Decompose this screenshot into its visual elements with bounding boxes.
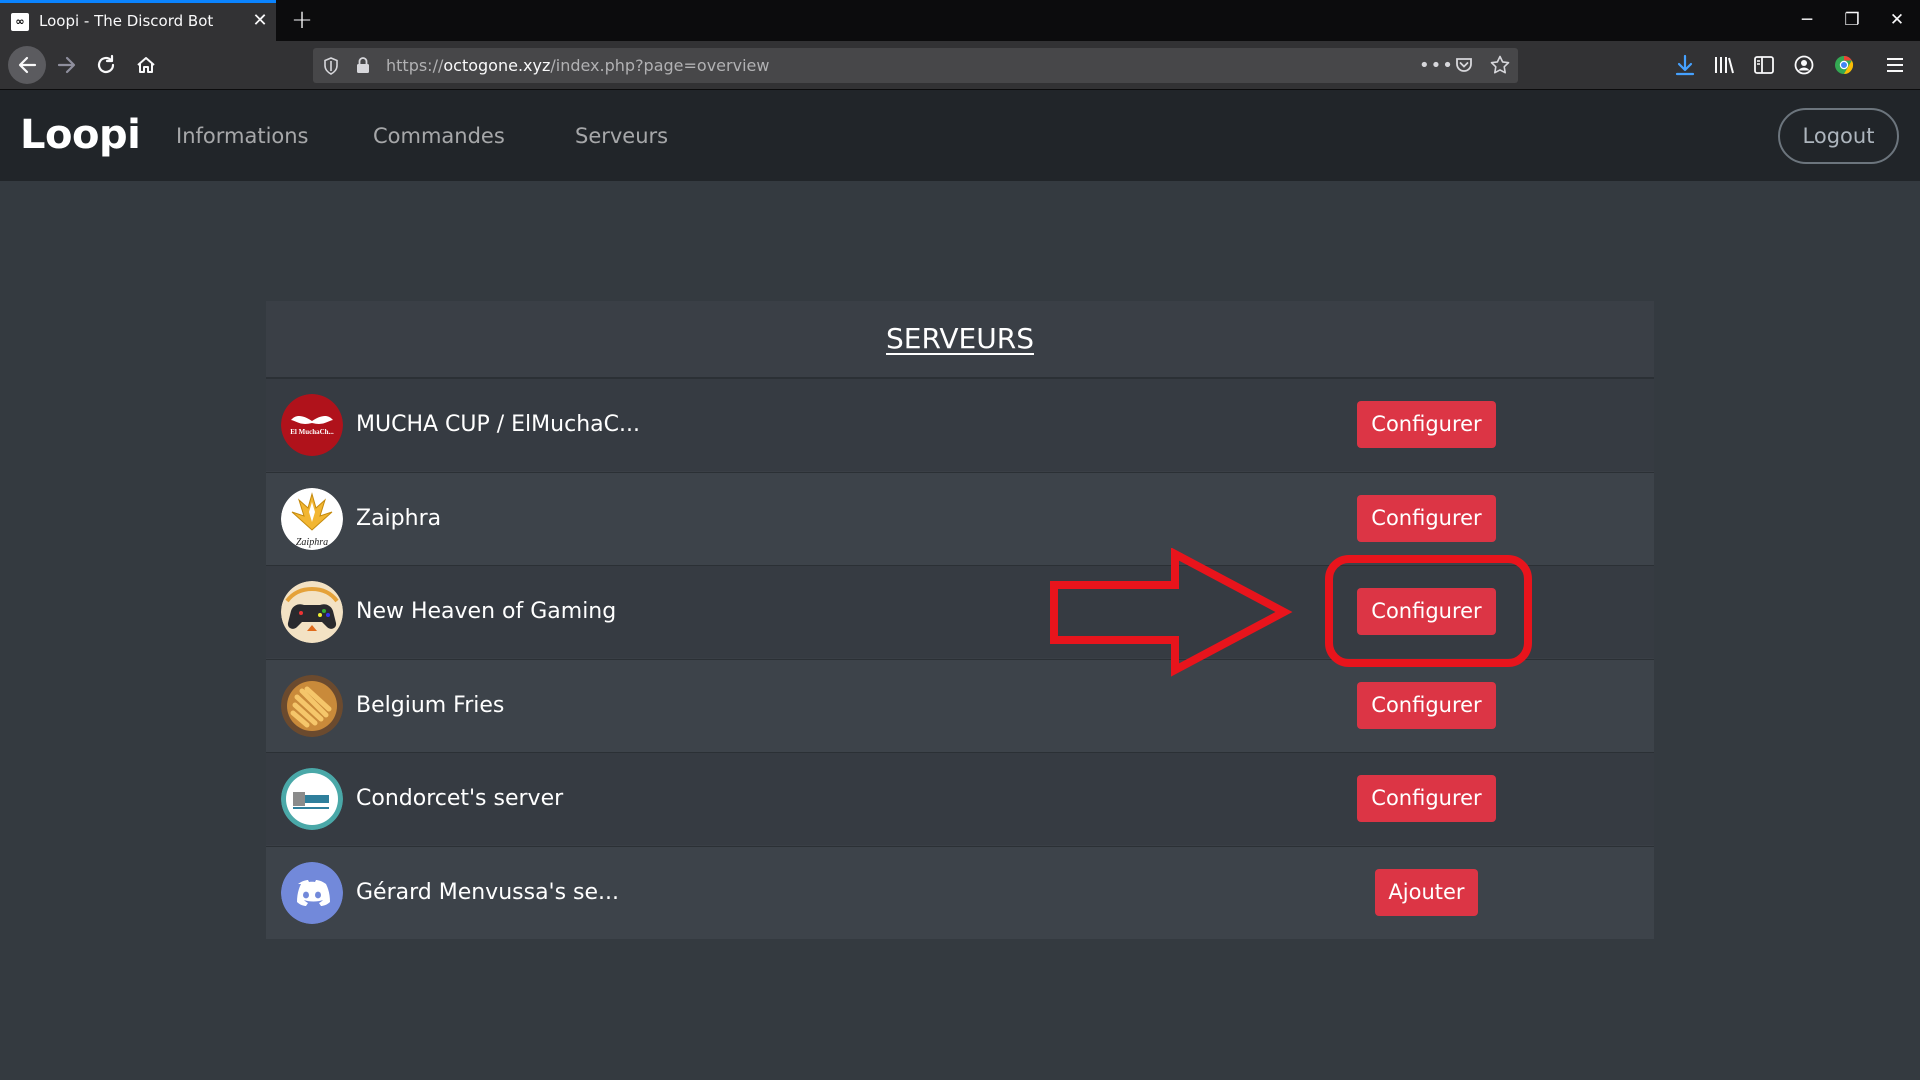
brand-logo[interactable]: Loopi bbox=[20, 110, 141, 160]
annotation-arrow bbox=[1050, 548, 1293, 677]
sidebar-icon[interactable] bbox=[1749, 48, 1779, 82]
hamburger-menu-icon[interactable] bbox=[1880, 48, 1910, 82]
logout-button[interactable]: Logout bbox=[1778, 108, 1899, 164]
mucha-avatar-text: El MuchaCh... bbox=[290, 428, 334, 436]
server-avatar-belgium-fries bbox=[281, 675, 343, 737]
account-icon[interactable] bbox=[1789, 48, 1819, 82]
shield-icon[interactable] bbox=[323, 48, 339, 83]
annotation-overlay bbox=[1050, 548, 1532, 677]
browser-toolbar: https://octogone.xyz/index.php?page=over… bbox=[0, 41, 1920, 90]
reload-icon[interactable] bbox=[89, 48, 123, 82]
downloads-icon[interactable] bbox=[1670, 48, 1700, 82]
browser-tab-bar: ∞ Loopi - The Discord Bot ✕ + ─ ❐ ✕ bbox=[0, 0, 1920, 41]
server-avatar-zaiphra: Zaiphra bbox=[281, 488, 343, 550]
annotation-highlight-box bbox=[1325, 555, 1532, 667]
home-icon[interactable] bbox=[129, 48, 163, 82]
browser-tab-active[interactable]: ∞ Loopi - The Discord Bot ✕ bbox=[0, 0, 276, 41]
page-actions-icon[interactable]: ••• bbox=[1419, 48, 1454, 83]
close-window-button[interactable]: ✕ bbox=[1880, 6, 1914, 34]
chrome-extension-icon[interactable] bbox=[1829, 48, 1859, 82]
bookmark-star-icon[interactable] bbox=[1490, 48, 1510, 83]
tab-favicon-icon: ∞ bbox=[11, 13, 29, 31]
configure-button[interactable]: Configurer bbox=[1357, 401, 1496, 448]
new-tab-button[interactable]: + bbox=[288, 5, 316, 35]
url-path: /index.php?page=overview bbox=[550, 56, 770, 75]
tab-close-icon[interactable]: ✕ bbox=[250, 11, 270, 31]
zaiphra-avatar-text: Zaiphra bbox=[296, 537, 328, 548]
restore-window-button[interactable]: ❐ bbox=[1835, 6, 1869, 34]
nav-link-serveurs[interactable]: Serveurs bbox=[575, 123, 668, 149]
url-host: octogone.xyz bbox=[443, 56, 551, 75]
server-name: MUCHA CUP / ElMuchaC... bbox=[356, 412, 640, 437]
pocket-icon[interactable] bbox=[1455, 48, 1473, 83]
server-row: Gérard Menvussa's se... Ajouter bbox=[266, 846, 1654, 939]
server-avatar-new-heaven bbox=[281, 581, 343, 643]
server-name: New Heaven of Gaming bbox=[356, 599, 617, 624]
configure-button[interactable]: Configurer bbox=[1357, 682, 1496, 729]
lock-icon[interactable] bbox=[356, 48, 370, 83]
server-avatar-discord-default bbox=[281, 862, 343, 924]
url-bar[interactable]: https://octogone.xyz/index.php?page=over… bbox=[313, 48, 1518, 83]
library-icon[interactable] bbox=[1710, 48, 1740, 82]
forward-arrow-icon[interactable] bbox=[50, 48, 84, 82]
server-row: Condorcet's server Configurer bbox=[266, 752, 1654, 845]
servers-card-header: SERVEURS bbox=[266, 301, 1654, 378]
url-scheme: https:// bbox=[386, 56, 444, 75]
nav-link-commandes[interactable]: Commandes bbox=[373, 123, 505, 149]
add-bot-button[interactable]: Ajouter bbox=[1375, 869, 1478, 916]
tab-title: Loopi - The Discord Bot bbox=[39, 12, 214, 30]
server-name: Zaiphra bbox=[356, 506, 442, 531]
server-avatar-condorcet bbox=[281, 768, 343, 830]
minimize-window-button[interactable]: ─ bbox=[1790, 6, 1824, 34]
url-text[interactable]: https://octogone.xyz/index.php?page=over… bbox=[386, 48, 769, 83]
server-name: Gérard Menvussa's se... bbox=[356, 880, 620, 905]
configure-button[interactable]: Configurer bbox=[1357, 495, 1496, 542]
site-header: Loopi Informations Commandes Serveurs Lo… bbox=[0, 90, 1920, 181]
server-name: Belgium Fries bbox=[356, 693, 505, 718]
nav-link-informations[interactable]: Informations bbox=[176, 123, 309, 149]
servers-title: SERVEURS bbox=[886, 322, 1034, 355]
server-name: Condorcet's server bbox=[356, 786, 564, 811]
server-avatar-mucha: El MuchaCh... bbox=[281, 394, 343, 456]
back-arrow-icon[interactable] bbox=[8, 46, 46, 84]
server-row: El MuchaCh... MUCHA CUP / ElMuchaC... Co… bbox=[266, 378, 1654, 471]
configure-button[interactable]: Configurer bbox=[1357, 775, 1496, 822]
